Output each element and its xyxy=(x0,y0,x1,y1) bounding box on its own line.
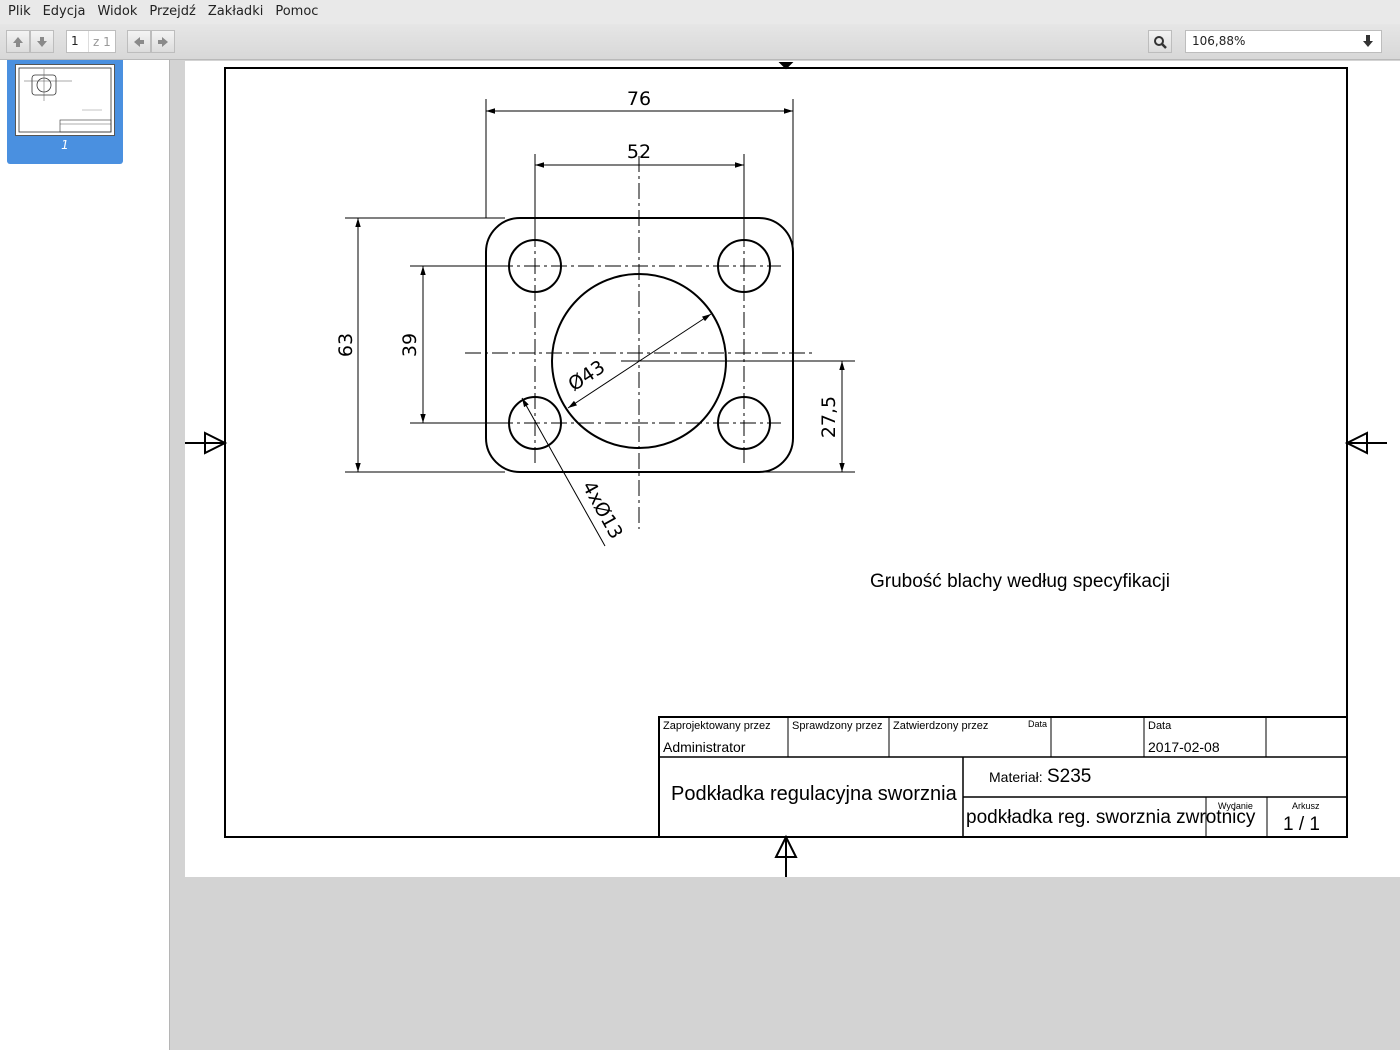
pdf-page: 76 52 63 39 27,5 Ø43 4xØ13 Grubość blach… xyxy=(185,61,1400,877)
designed-by-value: Administrator xyxy=(663,739,746,755)
history-forward-button[interactable] xyxy=(151,30,175,53)
material-label: Materiał: xyxy=(989,769,1043,785)
dim-offset: 27,5 xyxy=(818,396,840,438)
toolbar: 1 z 1 106,88% xyxy=(0,24,1400,60)
drawing-name: podkładka reg. sworznia zwrotnicy xyxy=(966,807,1256,828)
page-number-field[interactable]: 1 z 1 xyxy=(66,30,116,53)
back-icon xyxy=(134,36,144,47)
next-page-button[interactable] xyxy=(30,30,54,53)
forward-icon xyxy=(158,36,168,47)
sheet-label: Arkusz xyxy=(1292,801,1320,811)
previous-page-button[interactable] xyxy=(6,30,30,53)
designed-by-label: Zaprojektowany przez xyxy=(663,720,771,732)
material-value: S235 xyxy=(1047,766,1091,787)
dimension-lines xyxy=(345,99,855,547)
menu-go[interactable]: Przejdź xyxy=(143,0,201,24)
page-total: z 1 xyxy=(93,34,111,49)
history-back-button[interactable] xyxy=(127,30,151,53)
search-icon xyxy=(1154,35,1167,49)
menubar: Plik Edycja Widok Przejdź Zakładki Pomoc xyxy=(0,0,1400,24)
arrow-down-icon xyxy=(37,36,47,47)
checked-by-label: Sprawdzony przez xyxy=(792,720,883,732)
center-lines xyxy=(465,156,815,529)
drawing-title: Podkładka regulacyjna sworznia xyxy=(671,783,958,805)
zoom-select[interactable]: 106,88% xyxy=(1185,30,1382,53)
thumbnail-drawing xyxy=(18,67,112,133)
dim-height-inner: 39 xyxy=(399,333,421,357)
technical-drawing: 76 52 63 39 27,5 Ø43 4xØ13 Grubość blach… xyxy=(185,62,1387,877)
search-button[interactable] xyxy=(1148,30,1172,53)
date-label: Data xyxy=(1148,720,1172,732)
menu-view[interactable]: Widok xyxy=(91,0,143,24)
document-viewport[interactable]: 76 52 63 39 27,5 Ø43 4xØ13 Grubość blach… xyxy=(171,61,1400,1050)
dim-width-inner: 52 xyxy=(627,141,651,163)
menu-edit[interactable]: Edycja xyxy=(37,0,92,24)
approved-by-label: Zatwierdzony przez xyxy=(893,720,988,732)
menu-file[interactable]: Plik xyxy=(2,0,37,24)
dim-center-hole: Ø43 xyxy=(564,356,609,396)
drawing-frame xyxy=(224,67,1348,838)
thumbnail-preview xyxy=(15,64,115,136)
thickness-note: Grubość blachy według specyfikacji xyxy=(870,571,1170,592)
sheet-value: 1 / 1 xyxy=(1283,814,1320,835)
date-value: 2017-02-08 xyxy=(1148,739,1220,755)
arrow-up-icon xyxy=(13,36,23,47)
zoom-value: 106,88% xyxy=(1192,34,1246,48)
issue-label: Wydanie xyxy=(1218,801,1253,811)
dim-height-outer: 63 xyxy=(335,333,357,357)
page-current[interactable]: 1 xyxy=(67,31,89,52)
approved-date-label: Data xyxy=(1028,719,1047,729)
thumbnail-label: 1 xyxy=(61,138,69,152)
menu-bookmarks[interactable]: Zakładki xyxy=(202,0,269,24)
page-thumbnail[interactable]: 1 xyxy=(7,60,123,164)
chevron-down-icon[interactable] xyxy=(1361,34,1375,48)
pdf-viewer-window: Plik Edycja Widok Przejdź Zakładki Pomoc… xyxy=(0,0,1400,1050)
dim-width-outer: 76 xyxy=(627,88,651,110)
thumbnail-sidebar: 1 xyxy=(0,60,170,1050)
menu-help[interactable]: Pomoc xyxy=(269,0,324,24)
